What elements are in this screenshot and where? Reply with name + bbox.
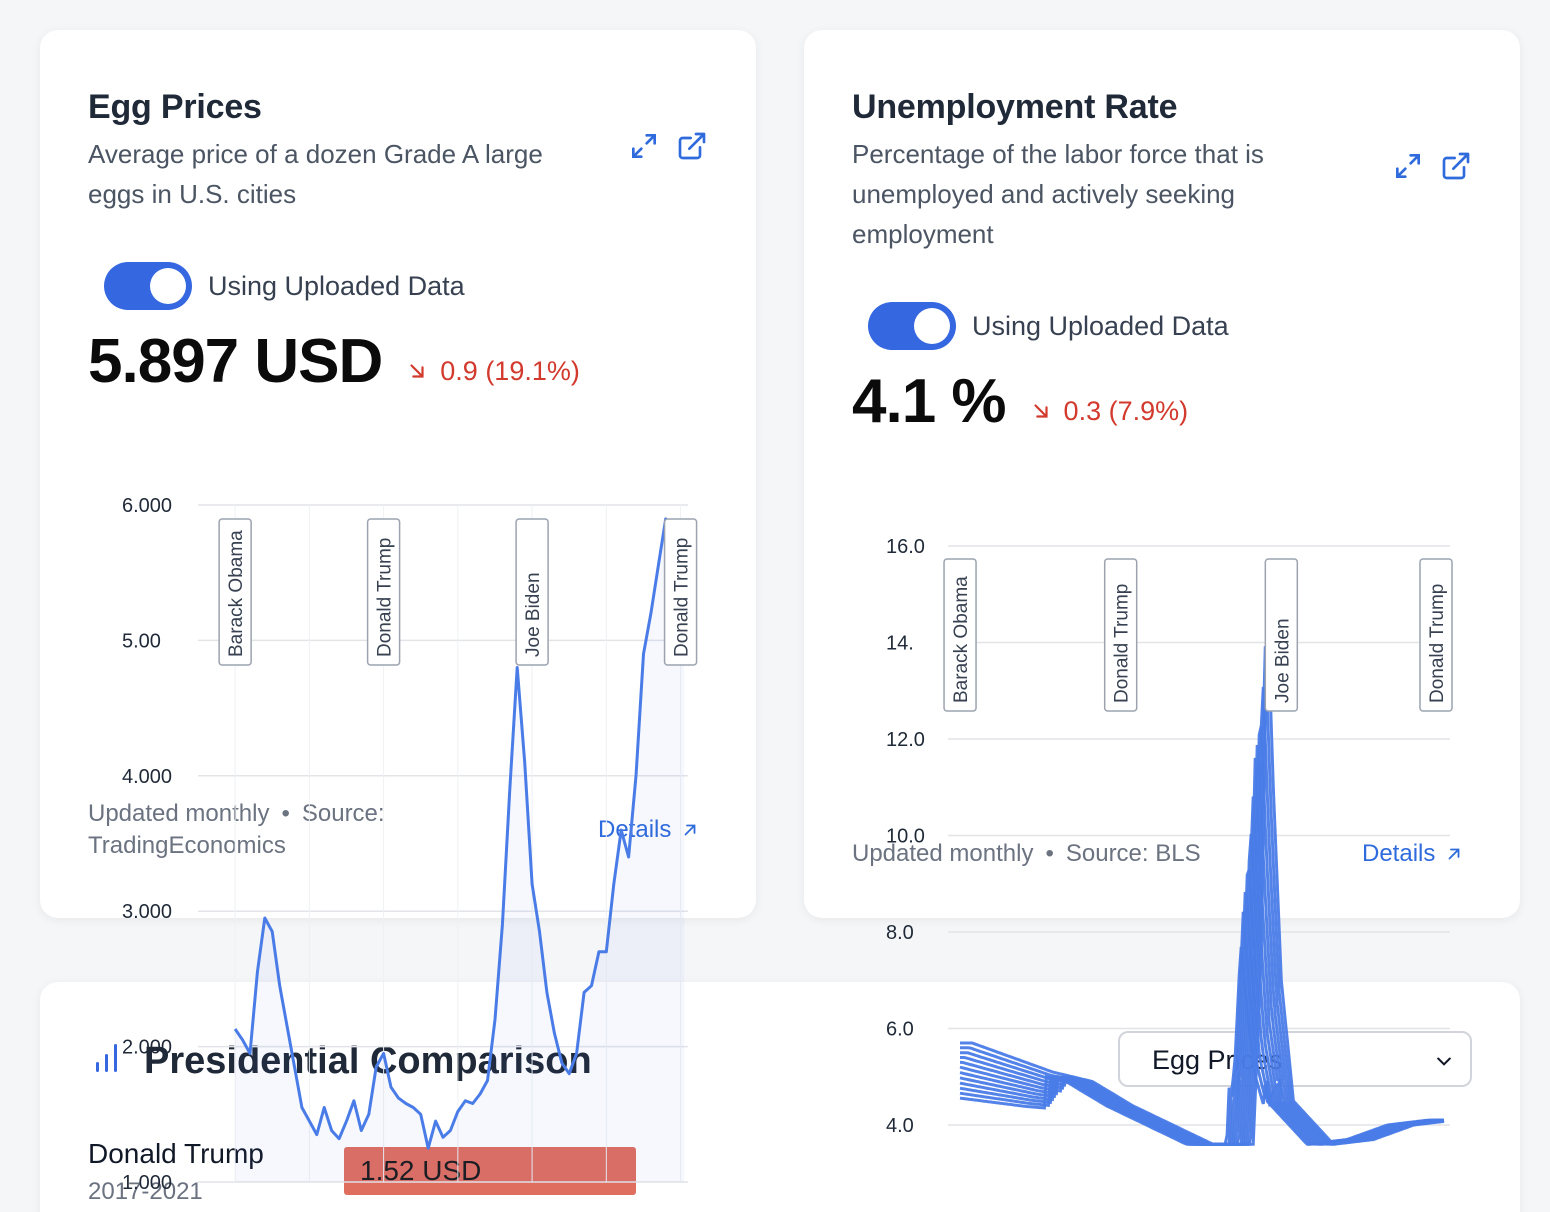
president-marker: Joe Biden [1264,558,1299,712]
series-line [959,757,1444,1146]
series-line [960,603,1445,1146]
y-tick-label: 12.0 [886,729,925,751]
president-label: Joe Biden [1272,618,1293,703]
series-line [960,686,1445,1146]
series-line [959,946,1444,1146]
y-tick-label: 8.0 [886,922,914,944]
y-tick-label: 16.0 [886,536,925,558]
president-label: Donald Trump [1427,584,1448,703]
series-line [960,646,1445,1146]
president-marker: Donald Trump [1419,558,1453,712]
president-label: Donald Trump [1112,584,1133,703]
y-tick-label: 10.0 [886,826,925,848]
unemployment-rate-chart: 4.0 6.0 8.0 10.0 12.0 14. 16.0 Barack Obama Dona… [886,536,1453,1146]
president-label: Barack Obama [951,576,972,703]
president-marker: Barack Obama [943,558,977,712]
y-tick-label: 14. [886,633,914,655]
y-tick-label: 4.0 [886,1115,914,1137]
y-tick-label: 6.0 [886,1019,914,1041]
president-marker: Donald Trump [1103,558,1138,712]
